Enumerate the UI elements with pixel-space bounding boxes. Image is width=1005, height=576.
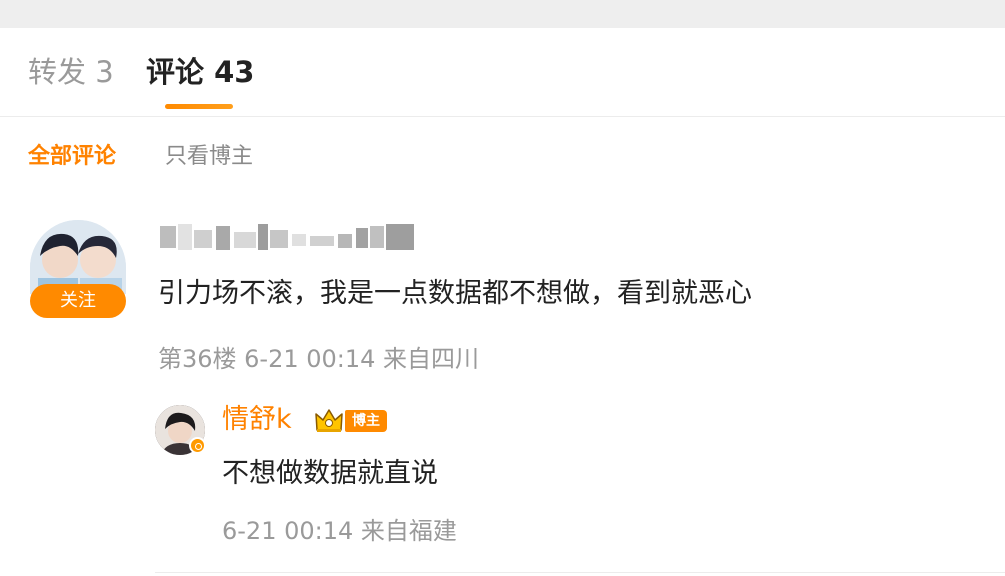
- active-tab-indicator: [165, 104, 233, 109]
- follow-button[interactable]: 关注: [30, 284, 126, 318]
- top-strip: [0, 0, 1005, 28]
- divider: [155, 572, 1005, 573]
- comment-meta: 第36楼 6-21 00:14 来自四川: [158, 345, 480, 373]
- filter-all-comments[interactable]: 全部评论: [28, 142, 116, 172]
- verified-icon: [189, 437, 206, 454]
- author-badge: 博主: [345, 410, 387, 432]
- commenter-username-blurred[interactable]: [160, 222, 420, 252]
- tab-comments[interactable]: 评论 43: [146, 54, 254, 90]
- commenter-avatar[interactable]: [30, 220, 126, 294]
- reply-meta: 6-21 00:14 来自福建: [222, 517, 457, 545]
- tab-repost[interactable]: 转发 3: [28, 54, 114, 90]
- comment-filter-bar: 全部评论 只看博主: [0, 138, 1005, 178]
- comment-text: 引力场不滚，我是一点数据都不想做，看到就恶心: [158, 278, 752, 309]
- crown-icon: [314, 408, 344, 434]
- tab-bar: 转发 3 评论 43: [0, 28, 1005, 117]
- filter-author-only[interactable]: 只看博主: [165, 142, 253, 172]
- author-avatar[interactable]: [155, 405, 206, 455]
- author-name[interactable]: 情舒k: [222, 402, 292, 438]
- reply-text: 不想做数据就直说: [222, 458, 438, 489]
